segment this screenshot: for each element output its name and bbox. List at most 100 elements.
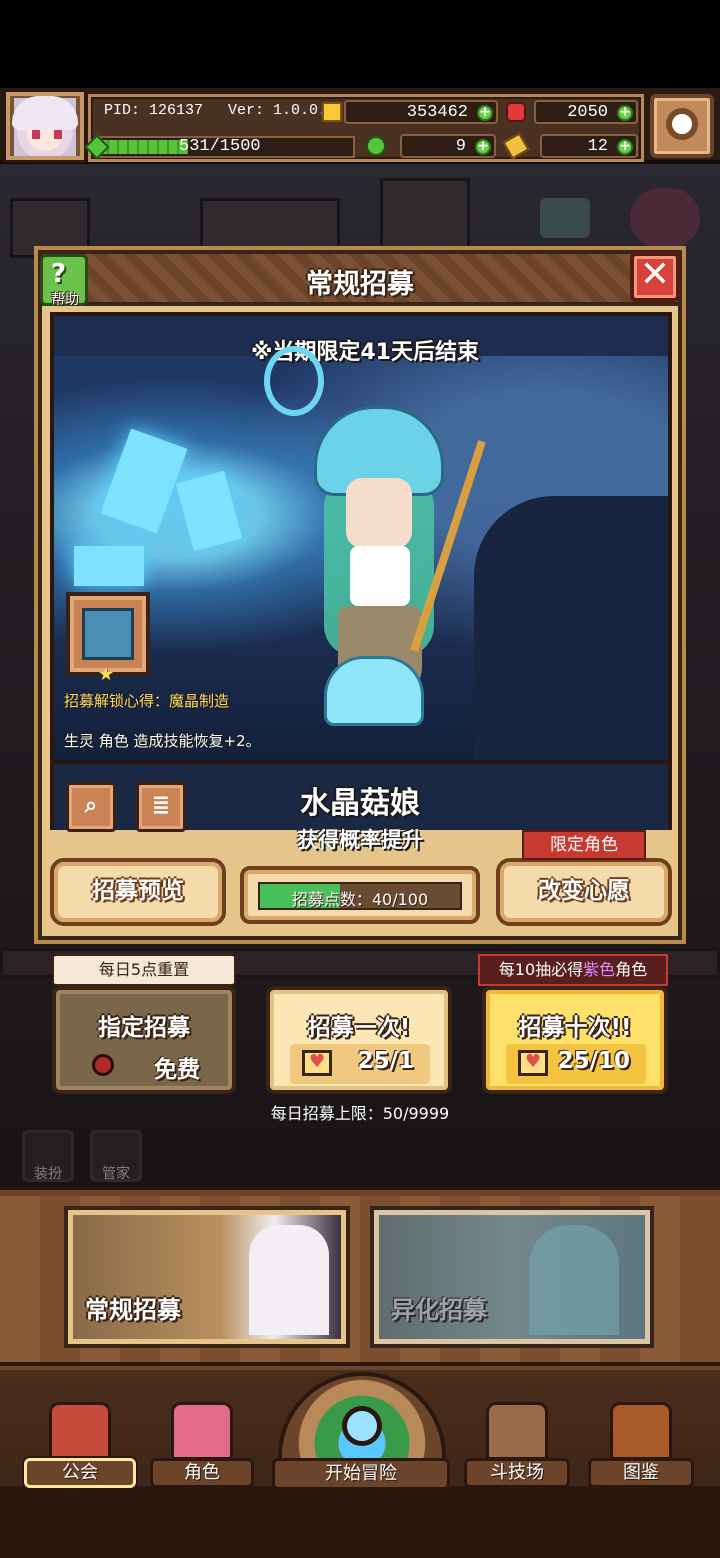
mutation-pool-label: 异化招募 <box>391 1296 487 1324</box>
ten-recruit-cost: 25/10 <box>506 1044 646 1084</box>
limited-character-tag: 限定角色 <box>522 830 646 860</box>
single-recruit-card[interactable]: 招募一次! 25/1 <box>266 986 452 1094</box>
game-screen: PID: 126137 Ver: 1.0.0.0 353462 + 2050 +… <box>0 0 720 1558</box>
nav-arena[interactable]: 斗技场 <box>464 1396 570 1492</box>
background-window <box>10 198 90 258</box>
magnify-button[interactable]: ⌕ <box>66 782 116 832</box>
crystal-shard <box>175 470 243 552</box>
background-door <box>380 178 470 258</box>
start-adventure-button[interactable]: 开始冒险 <box>272 1458 450 1490</box>
add-key-button[interactable]: + <box>617 139 633 155</box>
player-avatar[interactable] <box>6 92 84 160</box>
points-text: 招募点数：40/100 <box>291 890 429 909</box>
xp-text: 531/1500 <box>179 137 261 156</box>
clover-icon <box>366 136 386 156</box>
crystal-book-icon <box>82 608 134 660</box>
ten-tag-purple: 紫色 <box>583 960 616 979</box>
crystal-mushroom <box>324 656 424 726</box>
nav-characters[interactable]: 角色 <box>150 1396 254 1492</box>
designated-cost-value: 免费 <box>154 1057 200 1083</box>
xp-bar: 531/1500 <box>95 136 355 158</box>
character-icon <box>171 1402 233 1460</box>
recruit-points: 招募点数：40/100 <box>240 866 480 924</box>
modal-header: 常规招募 <box>42 254 678 306</box>
crystal-shard <box>100 428 188 534</box>
add-clover-button[interactable]: + <box>475 139 491 155</box>
player-id: PID: 126137 <box>104 102 204 119</box>
mutation-pool-tab[interactable]: 异化招募 <box>374 1210 650 1344</box>
butler-label: 管家 <box>102 1166 130 1182</box>
designated-title: 指定招募 <box>98 1015 190 1041</box>
add-gem-button[interactable]: + <box>617 105 633 121</box>
limited-time-notice: ※当期限定41天后结束 <box>250 340 479 365</box>
balloon-icon <box>630 188 700 248</box>
gold-coin-icon <box>322 102 342 122</box>
daily-reset-tag: 每日5点重置 <box>52 954 236 986</box>
guild-house-icon <box>49 1402 111 1460</box>
nav-arena-label: 斗技场 <box>464 1458 570 1488</box>
preview-button[interactable]: 招募预览 <box>50 858 226 926</box>
single-cost-value: 25/1 <box>357 1048 414 1074</box>
gem-value: 2050 <box>567 103 608 122</box>
help-button[interactable]: ? 帮助 <box>40 254 88 308</box>
character-name: 水晶菇娘 <box>300 786 420 821</box>
staff-head <box>264 346 324 416</box>
dress-up-button[interactable]: 装扮 <box>22 1130 74 1182</box>
help-label: 帮助 <box>51 292 79 308</box>
pool-character-art <box>249 1225 329 1335</box>
bottom-nav-base <box>0 1486 720 1558</box>
single-recruit-title: 招募一次! <box>307 1015 411 1041</box>
nav-guild[interactable]: 公会 <box>24 1396 136 1492</box>
daily-limit-text: 每日招募上限：50/9999 <box>270 1104 450 1123</box>
background-shelf <box>200 198 340 258</box>
close-icon: ✕ <box>639 254 671 295</box>
star-icon: ★ <box>98 664 115 685</box>
ten-recruit-title: 招募十次!! <box>518 1015 632 1041</box>
unlock-text: 招募解锁心得：魔晶制造 <box>64 692 230 710</box>
crossed-swords-icon <box>486 1402 548 1460</box>
chat-icon <box>540 198 590 238</box>
game-version: Ver: 1.0.0.0 <box>228 102 337 119</box>
ten-recruit-card[interactable]: 招募十次!! 25/10 <box>482 986 668 1094</box>
details-button[interactable]: ≣ <box>136 782 186 832</box>
gold-value: 353462 <box>406 103 468 122</box>
ticket-icon <box>302 1050 332 1076</box>
clover-counter: 9 + <box>400 134 496 158</box>
modal-title: 常规招募 <box>306 269 414 300</box>
close-button[interactable]: ✕ <box>630 252 680 302</box>
ten-cost-value: 25/10 <box>557 1048 630 1074</box>
add-gold-button[interactable]: + <box>477 105 493 121</box>
single-recruit-cost: 25/1 <box>290 1044 430 1084</box>
ten-pull-guarantee-tag: 每10抽必得紫色角色 <box>478 954 668 986</box>
dress-up-label: 装扮 <box>34 1166 62 1182</box>
question-icon: ? <box>51 259 67 289</box>
magnify-icon: ⌕ <box>84 793 98 818</box>
cave-rock <box>474 496 668 760</box>
ten-tag-suffix: 角色 <box>615 960 648 979</box>
gear-icon <box>666 108 698 140</box>
change-wish-button[interactable]: 改变心愿 <box>496 858 672 926</box>
xp-fill <box>99 140 188 154</box>
avatar-hair <box>12 96 78 130</box>
ticket-icon <box>518 1050 548 1076</box>
butler-button[interactable]: 管家 <box>90 1130 142 1182</box>
status-bar-area <box>0 0 720 88</box>
designated-cost: 免费 <box>76 1046 216 1086</box>
crystal-shard <box>74 546 144 586</box>
nav-codex[interactable]: 图鉴 <box>588 1396 694 1492</box>
normal-pool-tab[interactable]: 常规招募 <box>68 1210 346 1344</box>
avatar-eye <box>32 130 40 139</box>
character-torso <box>350 546 410 606</box>
effect-text: 生灵 角色 造成技能恢复+2。 <box>64 732 261 750</box>
character-face <box>346 478 412 548</box>
token-icon <box>92 1054 114 1076</box>
settings-button[interactable] <box>650 94 714 158</box>
designated-recruit-card[interactable]: 指定招募 免费 <box>52 986 236 1094</box>
points-track: 招募点数：40/100 <box>258 882 462 910</box>
nav-guild-label: 公会 <box>24 1458 136 1488</box>
key-value: 12 <box>587 137 608 156</box>
pool-character-art <box>529 1225 619 1335</box>
book-icon <box>610 1402 672 1460</box>
gold-counter: 353462 + <box>322 100 498 124</box>
avatar-eye <box>54 130 62 139</box>
